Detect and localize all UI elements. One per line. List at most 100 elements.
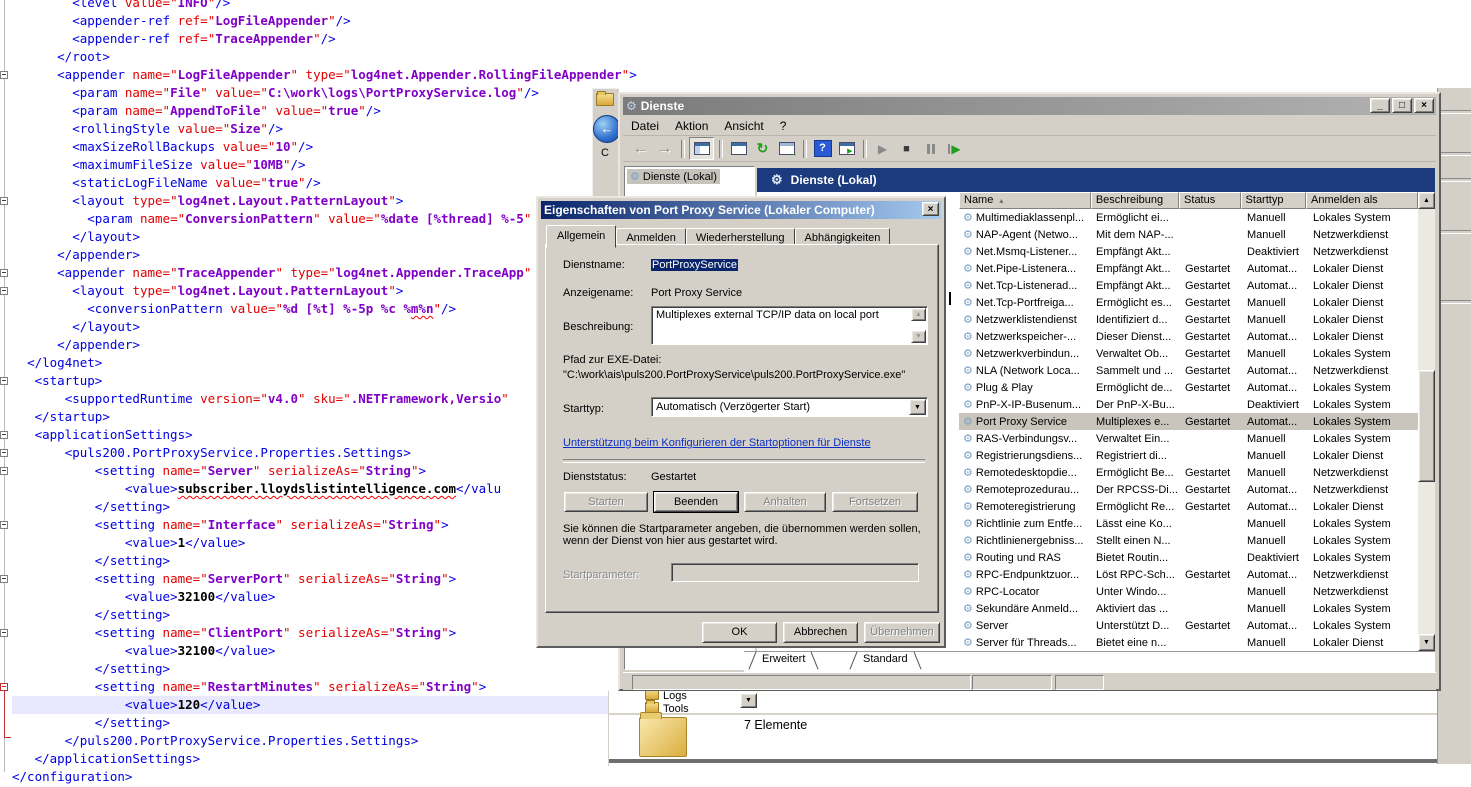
fold-toggle[interactable] — [0, 575, 8, 583]
title-bar[interactable]: ⚙ Dienste _ □ × — [623, 97, 1436, 115]
service-row[interactable]: ⚙Multimediaklassenpl...Ermöglicht ei...M… — [959, 209, 1418, 226]
fold-toggle[interactable] — [0, 449, 8, 457]
service-row[interactable]: ⚙RPC-LocatorUnter Windo...ManuellNetzwer… — [959, 583, 1418, 600]
column-header[interactable]: Name▴ — [959, 192, 1091, 209]
anhalten-button[interactable]: Anhalten — [744, 492, 826, 512]
combo-dropdown-button[interactable]: ▼ — [909, 399, 926, 415]
service-row[interactable]: ⚙RemoteregistrierungErmöglicht Re...Gest… — [959, 498, 1418, 515]
view-tabs-row: Erweitert Standard — [744, 651, 1435, 672]
column-header[interactable]: Status — [1179, 192, 1241, 209]
refresh-icon: ↻ — [757, 140, 769, 157]
service-row[interactable]: ⚙RPC-Endpunktzuor...Löst RPC-Sch...Gesta… — [959, 566, 1418, 583]
service-row[interactable]: ⚙Plug & PlayErmöglicht de...GestartetAut… — [959, 379, 1418, 396]
scrollbar-thumb[interactable] — [1418, 370, 1435, 482]
view-tab-erweitert[interactable]: Erweitert — [752, 652, 815, 670]
beenden-button[interactable]: Beenden — [654, 492, 738, 512]
service-cell: Sammelt und ... — [1092, 365, 1181, 377]
vertical-scrollbar[interactable]: ▲ ▼ — [1418, 192, 1435, 651]
uebernehmen-button[interactable]: Übernehmen — [864, 622, 940, 643]
dropdown-button[interactable]: ▼ — [740, 693, 757, 708]
help-button[interactable]: ? — [811, 138, 834, 159]
service-row[interactable]: ⚙NAP-Agent (Netwo...Mit dem NAP-...Manue… — [959, 226, 1418, 243]
startoptions-help-link[interactable]: Unterstützung beim Konfigurieren der Sta… — [563, 437, 871, 449]
service-row[interactable]: ⚙Sekundäre Anmeld...Aktiviert das ...Man… — [959, 600, 1418, 617]
beschreibung-textbox[interactable]: Multiplexes external TCP/IP data on loca… — [651, 306, 928, 345]
start-service-button[interactable]: ▶ — [871, 138, 894, 159]
service-row[interactable]: ⚙Registrierungsdiens...Registriert di...… — [959, 447, 1418, 464]
pause-service-button[interactable] — [919, 138, 942, 159]
fortsetzen-button[interactable]: Fortsetzen — [832, 492, 918, 512]
dienstname-value[interactable]: PortProxyService — [651, 259, 738, 271]
scroll-down-button[interactable]: ▼ — [1418, 634, 1435, 651]
fold-toggle[interactable] — [0, 467, 8, 475]
service-row[interactable]: ⚙Port Proxy ServiceMultiplexes e...Gesta… — [959, 413, 1418, 430]
service-row[interactable]: ⚙Richtlinie zum Entfe...Lässt eine Ko...… — [959, 515, 1418, 532]
fold-toggle[interactable] — [0, 269, 8, 277]
service-row[interactable]: ⚙Routing und RASBietet Routin...Deaktivi… — [959, 549, 1418, 566]
fold-toggle[interactable] — [0, 629, 8, 637]
scroll-up-button[interactable]: ▲ — [911, 308, 926, 321]
service-cell: Gestartet — [1181, 382, 1243, 394]
service-row[interactable]: ⚙NetzwerklistendienstIdentifiziert d...G… — [959, 311, 1418, 328]
service-gear-icon: ⚙ — [963, 348, 973, 360]
service-row[interactable]: ⚙Netzwerkspeicher-...Dieser Dienst...Ges… — [959, 328, 1418, 345]
service-row[interactable]: ⚙Netzwerkverbindun...Verwaltet Ob...Gest… — [959, 345, 1418, 362]
service-row[interactable]: ⚙Richtlinienergebniss...Stellt einen N..… — [959, 532, 1418, 549]
view-tab-standard[interactable]: Standard — [853, 652, 918, 670]
scroll-up-button[interactable]: ▲ — [1418, 192, 1435, 209]
forward-button[interactable]: → — [653, 138, 676, 159]
export-list-button[interactable]: → — [775, 138, 798, 159]
service-cell: ⚙Registrierungsdiens... — [959, 449, 1092, 462]
menu-item-?[interactable]: ? — [772, 118, 795, 134]
refresh-button[interactable]: ↻ — [751, 138, 774, 159]
fold-toggle[interactable] — [0, 287, 8, 295]
dialog-title-bar[interactable]: Eigenschaften von Port Proxy Service (Lo… — [541, 201, 941, 219]
stop-service-button[interactable]: ■ — [895, 138, 918, 159]
starttyp-combobox[interactable]: Automatisch (Verzögerter Start) ▼ — [651, 397, 928, 417]
startparameter-input[interactable] — [671, 563, 919, 582]
tab-allgemein[interactable]: Allgemein — [546, 225, 616, 248]
column-header[interactable]: Starttyp — [1241, 192, 1306, 209]
service-cell: ⚙NLA (Network Loca... — [959, 364, 1092, 377]
show-console-tree-button[interactable] — [689, 137, 714, 160]
maximize-button[interactable]: □ — [1392, 98, 1412, 113]
minimize-button[interactable]: _ — [1370, 98, 1390, 113]
service-row[interactable]: ⚙NLA (Network Loca...Sammelt und ...Gest… — [959, 362, 1418, 379]
fold-toggle[interactable] — [0, 377, 8, 385]
close-button[interactable]: × — [922, 202, 939, 216]
restart-service-button[interactable]: ▶ — [943, 138, 966, 159]
service-row[interactable]: ⚙Net.Tcp-Portfreiga...Ermöglicht es...Ge… — [959, 294, 1418, 311]
starten-button[interactable]: Starten — [564, 492, 648, 512]
properties-button[interactable] — [727, 138, 750, 159]
back-button[interactable]: ← — [629, 138, 652, 159]
service-row[interactable]: ⚙PnP-X-IP-Busenum...Der PnP-X-Bu...Deakt… — [959, 396, 1418, 413]
menu-item-aktion[interactable]: Aktion — [667, 118, 716, 134]
service-row[interactable]: ⚙ServerUnterstützt D...GestartetAutomat.… — [959, 617, 1418, 634]
menu-item-datei[interactable]: Datei — [623, 118, 667, 134]
menu-item-ansicht[interactable]: Ansicht — [716, 118, 771, 134]
close-button[interactable]: × — [1414, 98, 1434, 113]
service-gear-icon: ⚙ — [963, 569, 973, 581]
service-cell: ⚙NAP-Agent (Netwo... — [959, 228, 1092, 241]
fold-toggle[interactable] — [0, 431, 8, 439]
service-row[interactable]: ⚙Net.Pipe-Listenera...Empfängt Akt...Ges… — [959, 260, 1418, 277]
column-header[interactable]: Anmelden als — [1306, 192, 1418, 209]
tree-item-dienste-lokal[interactable]: ⚙Dienste (Lokal) — [627, 169, 720, 184]
fold-toggle[interactable] — [0, 71, 8, 79]
back-button[interactable]: ← — [593, 115, 621, 143]
scroll-down-button[interactable]: ▼ — [911, 330, 926, 343]
extended-view-button[interactable]: ▶ — [835, 138, 858, 159]
column-header[interactable]: Beschreibung — [1091, 192, 1179, 209]
fold-toggle[interactable] — [0, 197, 8, 205]
service-row[interactable]: ⚙RAS-Verbindungsv...Verwaltet Ein...Manu… — [959, 430, 1418, 447]
play-icon: ▶ — [878, 142, 887, 156]
service-row[interactable]: ⚙Server für Threads...Bietet eine n...Ma… — [959, 634, 1418, 651]
service-row[interactable]: ⚙Remotedesktopdie...Ermöglicht Be...Gest… — [959, 464, 1418, 481]
abbrechen-button[interactable]: Abbrechen — [783, 622, 858, 643]
service-row[interactable]: ⚙Net.Msmq-Listener...Empfängt Akt...Deak… — [959, 243, 1418, 260]
fold-toggle[interactable] — [0, 521, 8, 529]
service-row[interactable]: ⚙Remoteprozedurau...Der RPCSS-Di...Gesta… — [959, 481, 1418, 498]
service-row[interactable]: ⚙Net.Tcp-Listenerad...Empfängt Akt...Ges… — [959, 277, 1418, 294]
fold-toggle[interactable] — [0, 683, 8, 691]
ok-button[interactable]: OK — [702, 622, 777, 643]
